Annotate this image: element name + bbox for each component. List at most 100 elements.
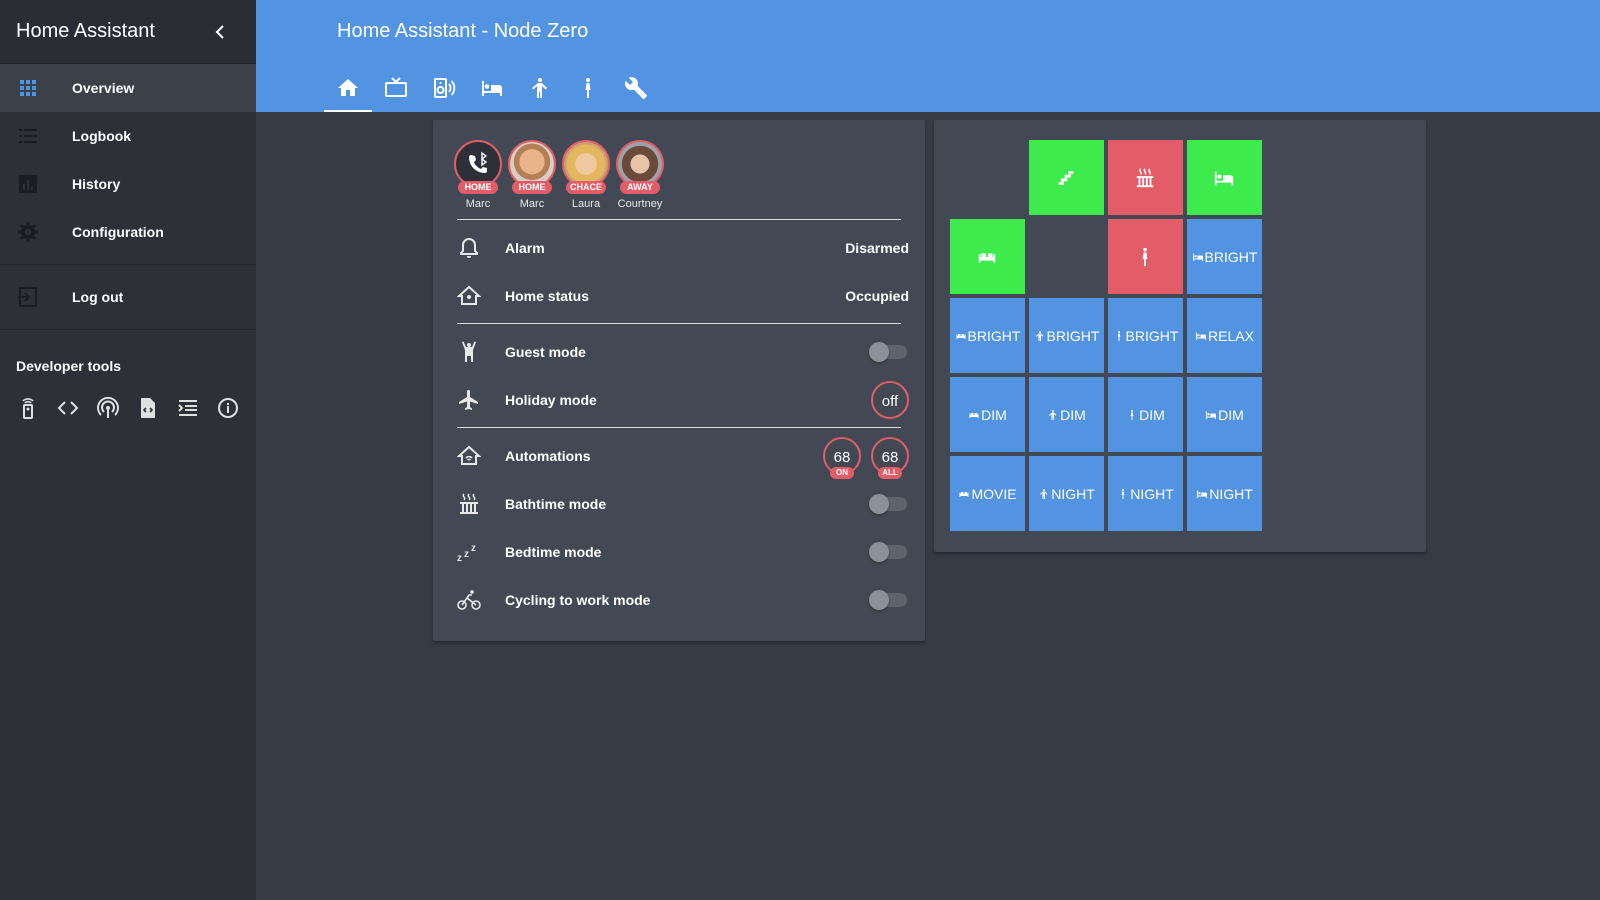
home-automation-icon [457, 444, 481, 468]
divider [0, 264, 256, 265]
scene-tile[interactable]: BRIGHT [950, 298, 1025, 373]
woman-icon [1117, 488, 1129, 500]
status-card: HOME Marc HOME Marc CHACE Laura AWAY Cou… [433, 120, 925, 641]
app-title: Home Assistant [16, 20, 155, 42]
info-icon[interactable] [216, 396, 240, 420]
scene-label: MOVIE [971, 485, 1017, 502]
view-tabs [324, 64, 660, 112]
dev-tools-title: Developer tools [16, 358, 122, 374]
stat-value: 68 [881, 449, 899, 466]
scene-tile[interactable]: BRIGHT [1187, 219, 1262, 294]
broadcast-icon[interactable] [96, 396, 120, 420]
divider [457, 427, 901, 428]
home-status-row[interactable]: Home status Occupied [449, 272, 909, 320]
bedtime-mode-toggle[interactable] [869, 542, 907, 562]
guest-mode-row: Guest mode [449, 328, 909, 376]
cycling-mode-toggle[interactable] [869, 590, 907, 610]
speaker-icon [434, 78, 456, 98]
row-value: Occupied [845, 288, 909, 304]
scene-tile[interactable] [950, 219, 1025, 294]
airplane-icon [457, 388, 481, 412]
row-label: Holiday mode [505, 392, 597, 408]
scene-tile[interactable]: BRIGHT [1108, 298, 1183, 373]
woman-icon [585, 78, 591, 98]
bed-icon [1213, 167, 1235, 189]
alarm-row[interactable]: Alarm Disarmed [449, 224, 909, 272]
svg-text:z: z [464, 549, 469, 560]
code-icon[interactable] [56, 396, 80, 420]
scene-tile[interactable] [1029, 140, 1104, 215]
tab-bedroom[interactable] [468, 64, 516, 112]
status-badge: HOME [458, 181, 498, 194]
sidebar-item-label: Configuration [72, 224, 164, 240]
scene-label: DIM [1218, 406, 1244, 423]
sidebar-item-logbook[interactable]: Logbook [0, 112, 256, 160]
file-code-icon[interactable] [136, 396, 160, 420]
person-badge[interactable]: HOME Marc [505, 140, 559, 215]
sidebar-item-label: Logbook [72, 128, 132, 144]
guest-mode-toggle[interactable] [869, 342, 907, 362]
row-value: Disarmed [845, 240, 909, 256]
person-badge[interactable]: HOME Marc [451, 140, 505, 215]
scene-tile[interactable]: NIGHT [1108, 456, 1183, 531]
scene-tile[interactable]: RELAX [1187, 298, 1262, 373]
log-icon[interactable] [176, 396, 200, 420]
radiator-icon [457, 492, 481, 516]
people-badges: HOME Marc HOME Marc CHACE Laura AWAY Cou… [451, 140, 667, 215]
holiday-mode-state[interactable]: off [871, 381, 909, 419]
app-header: Home Assistant - Node Zero [256, 0, 1600, 112]
sidebar-item-label: History [72, 176, 121, 192]
sidebar: Home Assistant Overview Logbook History [0, 0, 256, 900]
gear-icon [16, 220, 40, 244]
tab-speaker[interactable] [420, 64, 468, 112]
tab-man[interactable] [516, 64, 564, 112]
scene-tile[interactable]: NIGHT [1029, 456, 1104, 531]
bed-icon [1196, 488, 1208, 500]
scene-tile[interactable]: DIM [1108, 377, 1183, 452]
scene-label: RELAX [1208, 327, 1254, 344]
scene-tile[interactable] [1108, 140, 1183, 215]
wrench-icon [624, 77, 647, 99]
bathtime-mode-toggle[interactable] [869, 494, 907, 514]
woman-icon [1126, 409, 1138, 421]
scene-tile[interactable]: MOVIE [950, 456, 1025, 531]
automations-on-badge[interactable]: 68 ON [823, 437, 861, 479]
bathtime-mode-row: Bathtime mode [449, 480, 909, 528]
tab-woman[interactable] [564, 64, 612, 112]
page-title: Home Assistant - Node Zero [337, 20, 589, 42]
scene-tile[interactable]: BRIGHT [1029, 298, 1104, 373]
scene-tile[interactable] [1187, 140, 1262, 215]
sidebar-item-overview[interactable]: Overview [0, 64, 256, 112]
scenes-card: BRIGHT BRIGHT BRIGHT BRIGHT RELAX DIM DIM DIM DI… [934, 120, 1426, 552]
person-badge[interactable]: AWAY Courtney [613, 140, 667, 215]
tab-tv[interactable] [372, 64, 420, 112]
remote-icon[interactable] [16, 396, 40, 420]
svg-text:z: z [471, 543, 476, 554]
scene-tile[interactable]: DIM [1187, 377, 1262, 452]
stat-value: 68 [833, 449, 851, 466]
svg-text:z: z [457, 553, 462, 564]
scene-tile[interactable]: DIM [950, 377, 1025, 452]
logout-icon [16, 285, 40, 309]
scene-label: NIGHT [1130, 485, 1174, 502]
scene-tile[interactable]: DIM [1029, 377, 1104, 452]
status-badge: HOME [512, 181, 552, 194]
holiday-mode-row: Holiday mode off [449, 376, 909, 424]
man-icon [1034, 330, 1046, 342]
chevron-left-icon[interactable] [208, 20, 232, 44]
scene-tile[interactable]: NIGHT [1187, 456, 1262, 531]
person-badge[interactable]: CHACE Laura [559, 140, 613, 215]
tab-settings[interactable] [612, 64, 660, 112]
scene-tile[interactable] [1108, 219, 1183, 294]
sidebar-item-configuration[interactable]: Configuration [0, 208, 256, 256]
status-badge: CHACE [566, 181, 606, 194]
automations-all-badge[interactable]: 68 ALL [871, 437, 909, 479]
sidebar-item-history[interactable]: History [0, 160, 256, 208]
logout-button[interactable]: Log out [0, 273, 256, 321]
row-label: Bedtime mode [505, 544, 602, 560]
home-account-icon [457, 284, 481, 308]
divider [457, 219, 901, 220]
tab-home[interactable] [324, 64, 372, 112]
sofa-icon [968, 409, 980, 421]
radiator-icon [1134, 167, 1156, 189]
